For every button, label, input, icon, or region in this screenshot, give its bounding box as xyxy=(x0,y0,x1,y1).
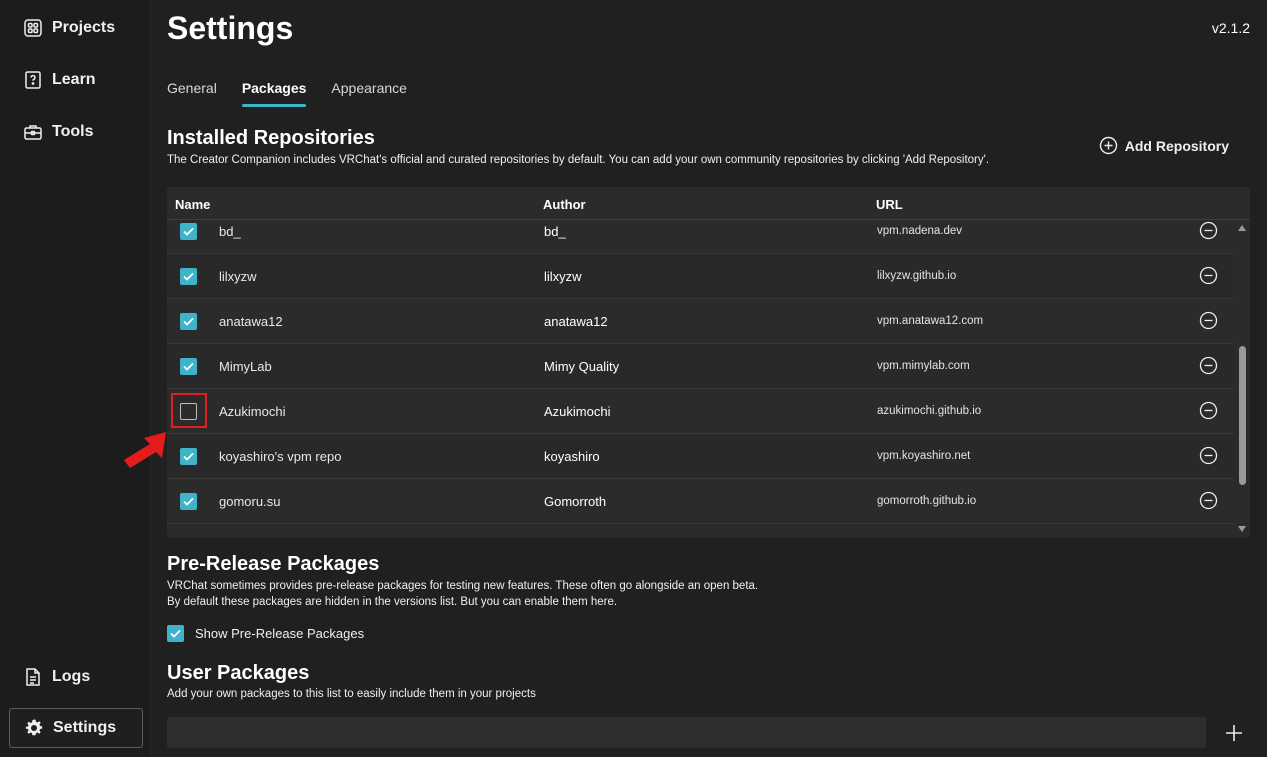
add-user-package-button[interactable] xyxy=(1222,721,1246,745)
table-header: Name Author URL xyxy=(167,187,1250,220)
tab-bar: General Packages Appearance xyxy=(167,80,432,107)
remove-circle-icon[interactable] xyxy=(1199,401,1218,420)
prerelease-description-line1: VRChat sometimes provides pre-release pa… xyxy=(167,580,759,592)
table-scrollbar[interactable] xyxy=(1234,220,1250,538)
remove-circle-icon[interactable] xyxy=(1199,221,1218,240)
repository-author: koyashiro xyxy=(544,449,600,464)
column-header-author[interactable]: Author xyxy=(543,197,586,212)
sidebar-item-settings[interactable]: Settings xyxy=(9,708,143,748)
document-icon xyxy=(23,667,43,687)
show-prerelease-toggle[interactable]: Show Pre-Release Packages xyxy=(167,625,364,642)
repository-author: anatawa12 xyxy=(544,314,608,329)
sidebar-item-tools[interactable]: Tools xyxy=(9,112,143,152)
show-prerelease-label: Show Pre-Release Packages xyxy=(195,626,365,641)
table-row[interactable]: MimyLab Mimy Quality vpm.mimylab.com xyxy=(167,344,1234,389)
sidebar-item-logs[interactable]: Logs xyxy=(9,657,143,697)
sidebar-item-label: Logs xyxy=(52,668,91,685)
plus-circle-icon xyxy=(1099,136,1118,155)
highlight-box xyxy=(171,393,207,428)
repository-name: bd_ xyxy=(219,224,241,239)
repository-url: vpm.nadena.dev xyxy=(877,225,963,237)
repository-name: gomoru.su xyxy=(219,494,281,509)
repository-enabled-checkbox[interactable] xyxy=(180,223,197,240)
checkbox[interactable] xyxy=(167,625,184,642)
table-row[interactable]: koyashiro's vpm repo koyashiro vpm.koyashi… xyxy=(167,434,1234,479)
repository-enabled-checkbox[interactable] xyxy=(180,448,197,465)
sidebar: Projects Learn Tools Logs Settings xyxy=(0,0,151,757)
gear-icon xyxy=(24,718,44,738)
repository-name: Azukimochi xyxy=(219,404,286,419)
remove-circle-icon[interactable] xyxy=(1199,266,1218,285)
page-title: Settings xyxy=(167,10,294,46)
remove-circle-icon[interactable] xyxy=(1199,311,1218,330)
repository-author: Azukimochi xyxy=(544,404,611,419)
add-repository-button[interactable]: Add Repository xyxy=(1099,136,1229,155)
installed-repositories-title: Installed Repositories xyxy=(167,127,375,149)
remove-circle-icon[interactable] xyxy=(1199,491,1218,510)
tab-packages[interactable]: Packages xyxy=(241,80,306,107)
version-label: v2.1.2 xyxy=(1211,20,1250,36)
scroll-down-arrow-icon[interactable] xyxy=(1238,526,1246,532)
sidebar-item-projects[interactable]: Projects xyxy=(9,8,143,48)
table-row[interactable]: lilxyzw lilxyzw lilxyzw.github.io xyxy=(167,254,1234,299)
user-packages-title: User Packages xyxy=(167,662,310,684)
sidebar-item-label: Tools xyxy=(52,123,94,140)
installed-repositories-description: The Creator Companion includes VRChat's … xyxy=(167,154,990,166)
question-book-icon xyxy=(23,70,43,90)
repository-url: azukimochi.github.io xyxy=(877,405,982,417)
column-header-name[interactable]: Name xyxy=(175,197,210,212)
sidebar-item-learn[interactable]: Learn xyxy=(9,60,143,100)
tab-appearance[interactable]: Appearance xyxy=(331,80,407,106)
user-package-path-input[interactable] xyxy=(167,717,1206,748)
toolbox-icon xyxy=(23,122,43,142)
repository-name: anatawa12 xyxy=(219,314,283,329)
sidebar-item-label: Learn xyxy=(52,71,96,88)
table-row[interactable]: Azukimochi Azukimochi azukimochi.github.io xyxy=(167,389,1234,434)
table-row[interactable]: gomoru.su Gomorroth gomorroth.github.io xyxy=(167,479,1234,524)
sidebar-item-label: Projects xyxy=(52,19,116,36)
scroll-up-arrow-icon[interactable] xyxy=(1238,225,1246,231)
table-row[interactable]: anatawa12 anatawa12 vpm.anatawa12.com xyxy=(167,299,1234,344)
repository-url: vpm.koyashiro.net xyxy=(877,450,971,462)
remove-circle-icon[interactable] xyxy=(1199,446,1218,465)
repository-enabled-checkbox[interactable] xyxy=(180,358,197,375)
plus-icon xyxy=(1226,725,1242,741)
sidebar-item-label: Settings xyxy=(53,719,117,736)
repository-author: lilxyzw xyxy=(544,269,582,284)
column-header-url[interactable]: URL xyxy=(876,197,903,212)
table-body: bd_ bd_ vpm.nadena.dev lilxyzw lilxyzw lilxyz… xyxy=(167,220,1234,538)
user-packages-description: Add your own packages to this list to ea… xyxy=(167,688,536,700)
repository-name: lilxyzw xyxy=(219,269,257,284)
repository-author: Gomorroth xyxy=(544,494,607,509)
remove-circle-icon[interactable] xyxy=(1199,356,1218,375)
scroll-thumb[interactable] xyxy=(1239,346,1246,485)
repository-name: MimyLab xyxy=(219,359,272,374)
grid-icon xyxy=(23,18,43,38)
repository-author: bd_ xyxy=(544,224,566,239)
repository-url: lilxyzw.github.io xyxy=(877,270,957,282)
red-arrow-icon xyxy=(124,432,166,468)
repository-enabled-checkbox[interactable] xyxy=(180,313,197,330)
add-repository-label: Add Repository xyxy=(1124,137,1229,154)
repository-author: Mimy Quality xyxy=(544,359,620,374)
prerelease-description-line2: By default these packages are hidden in … xyxy=(167,596,618,608)
repository-url: vpm.anatawa12.com xyxy=(877,315,984,327)
tab-general[interactable]: General xyxy=(167,80,217,106)
prerelease-title: Pre-Release Packages xyxy=(167,553,380,575)
repository-enabled-checkbox[interactable] xyxy=(180,268,197,285)
repository-enabled-checkbox[interactable] xyxy=(180,493,197,510)
table-row[interactable]: bd_ bd_ vpm.nadena.dev xyxy=(167,220,1234,254)
repository-url: gomorroth.github.io xyxy=(877,495,977,507)
repositories-table: Name Author URL bd_ bd_ vpm.nadena.dev lilx… xyxy=(167,187,1250,538)
repository-url: vpm.mimylab.com xyxy=(877,360,970,372)
repository-name: koyashiro's vpm repo xyxy=(219,449,342,464)
